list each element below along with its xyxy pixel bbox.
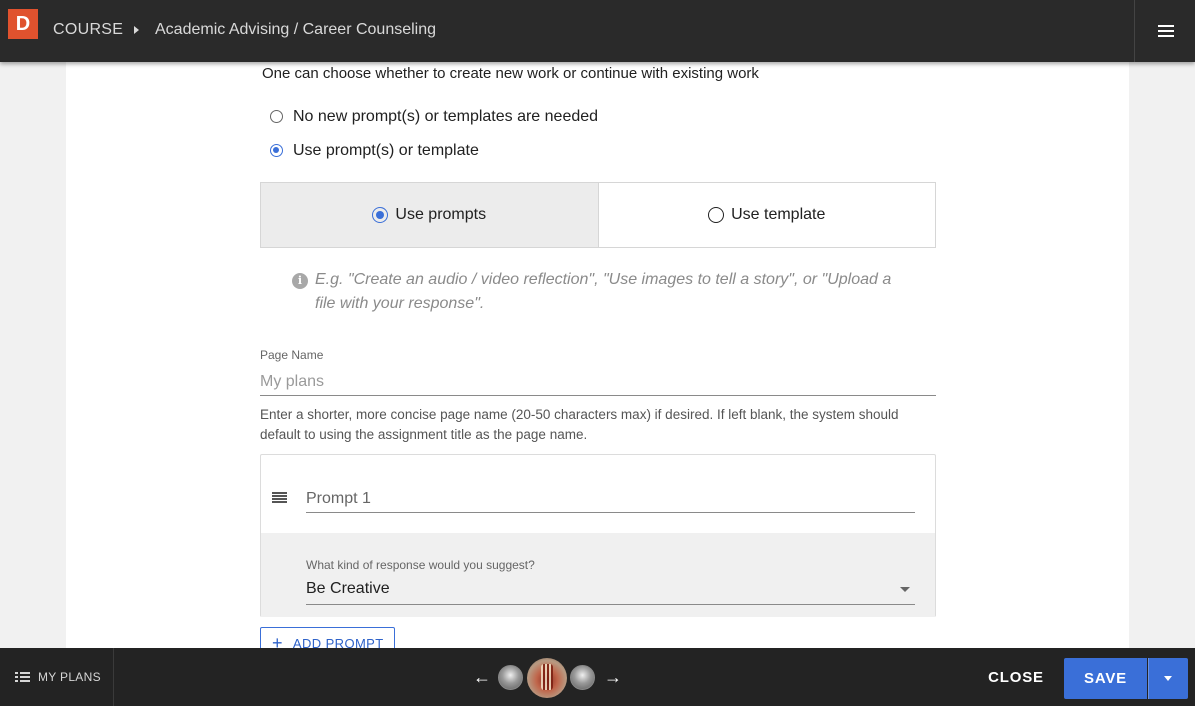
my-plans-label: MY PLANS (38, 670, 101, 684)
info-icon: i (292, 273, 308, 289)
response-type-select[interactable]: Be Creative (306, 577, 915, 605)
radio-label-use-prompts-or-template[interactable]: Use prompt(s) or template (293, 142, 479, 160)
app-logo[interactable]: D (8, 9, 38, 39)
avatar-previous[interactable] (498, 665, 523, 690)
prompt-input[interactable] (306, 485, 915, 513)
breadcrumb-chevron-icon (134, 26, 139, 34)
breadcrumb-course[interactable]: COURSE (53, 21, 123, 39)
dropdown-caret-icon (900, 587, 910, 592)
caret-down-icon (1164, 676, 1172, 681)
radio-label-no-new-prompts[interactable]: No new prompt(s) or templates are needed (293, 108, 598, 126)
segment-radio-icon (372, 207, 389, 223)
hint-text: E.g. "Create an audio / video reflection… (315, 271, 892, 312)
drag-handle-icon[interactable] (272, 492, 287, 503)
page-name-input[interactable] (260, 369, 936, 396)
prompt-template-toggle: Use prompts Use template (260, 182, 936, 248)
radio-use-prompts-or-template[interactable] (270, 144, 283, 157)
page-name-help: Enter a shorter, more concise page name … (260, 407, 899, 442)
segment-radio-icon (708, 207, 725, 223)
response-type-label: What kind of response would you suggest? (306, 558, 535, 572)
menu-divider (1134, 0, 1135, 62)
hamburger-menu-icon[interactable] (1158, 25, 1174, 37)
content-card: One can choose whether to create new wor… (66, 62, 1129, 648)
prompt-card: What kind of response would you suggest?… (260, 454, 936, 617)
arrow-right-icon[interactable]: → (604, 668, 622, 686)
response-section: What kind of response would you suggest?… (261, 533, 935, 617)
page-name-label: Page Name (260, 348, 324, 362)
close-button[interactable]: CLOSE (978, 663, 1054, 691)
segment-use-template[interactable]: Use template (599, 183, 936, 247)
segment-use-prompts-label: Use prompts (395, 206, 487, 223)
avatar-next[interactable] (570, 665, 595, 690)
avatar-current[interactable] (527, 658, 567, 698)
save-options-dropdown[interactable] (1148, 658, 1188, 699)
intro-text: One can choose whether to create new wor… (262, 65, 759, 82)
arrow-left-icon[interactable]: ← (473, 668, 491, 686)
response-type-value: Be Creative (306, 580, 390, 597)
radio-no-new-prompts[interactable] (270, 110, 283, 123)
top-bar: D COURSE Academic Advising / Career Coun… (0, 0, 1195, 62)
bottom-bar: MY PLANS ← → CLOSE SAVE (0, 648, 1195, 706)
list-icon (15, 671, 30, 683)
save-button[interactable]: SAVE (1064, 658, 1147, 699)
breadcrumb-title: Academic Advising / Career Counseling (155, 21, 437, 38)
segment-use-prompts[interactable]: Use prompts (261, 183, 599, 247)
my-plans-button[interactable]: MY PLANS (0, 648, 114, 706)
plus-icon: + (272, 633, 283, 648)
add-prompt-label: ADD PROMPT (292, 635, 384, 649)
segment-use-template-label: Use template (731, 206, 826, 223)
add-prompt-button[interactable]: + ADD PROMPT (260, 627, 395, 648)
